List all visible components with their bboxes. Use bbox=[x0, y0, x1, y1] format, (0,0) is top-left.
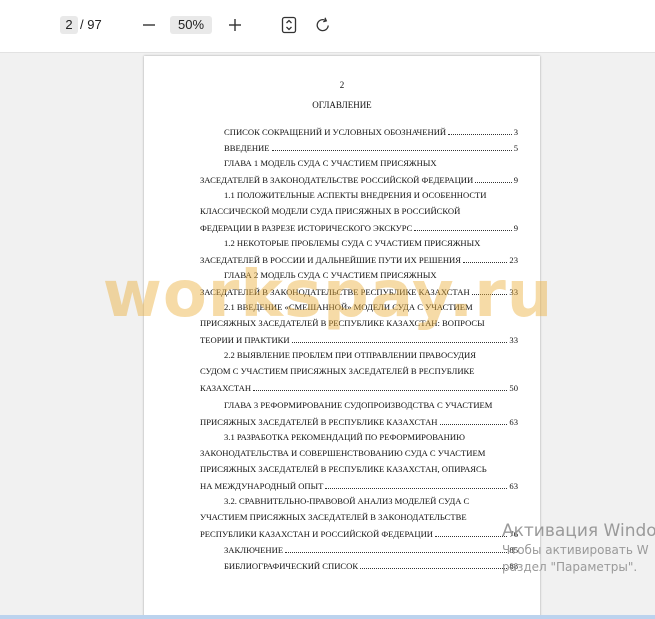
toc-entry: СУДОМ С УЧАСТИЕМ ПРИСЯЖНЫХ ЗАСЕДАТЕЛЕЙ В… bbox=[200, 366, 475, 376]
toc-entry: НА МЕЖДУНАРОДНЫЙ ОПЫТ 63 bbox=[200, 481, 518, 491]
toc-entry: 1.2 НЕКОТОРЫЕ ПРОБЛЕМЫ СУДА С УЧАСТИЕМ П… bbox=[224, 238, 481, 248]
toc-entry: ГЛАВА 2 МОДЕЛЬ СУДА С УЧАСТИЕМ ПРИСЯЖНЫХ bbox=[224, 270, 437, 280]
toc-entry: КЛАССИЧЕСКОЙ МОДЕЛИ СУДА ПРИСЯЖНЫХ В РОС… bbox=[200, 206, 461, 216]
toc-entry: ЗАКЛЮЧЕНИЕ 85 bbox=[224, 545, 518, 555]
fit-page-button[interactable] bbox=[278, 14, 300, 36]
toc-entry: КАЗАХСТАН 50 bbox=[200, 383, 518, 393]
fit-page-icon bbox=[281, 16, 297, 34]
toc-entry: ЗАКОНОДАТЕЛЬСТВА И СОВЕРШЕНСТВОВАНИЮ СУД… bbox=[200, 448, 486, 458]
page-number: 2 bbox=[339, 80, 345, 90]
toc-entry: РЕСПУБЛИКИ КАЗАХСТАН И РОССИЙСКОЙ ФЕДЕРА… bbox=[200, 529, 518, 539]
bottom-accent-bar bbox=[0, 615, 655, 619]
toc-entry: ТЕОРИИ И ПРАКТИКИ 33 bbox=[200, 335, 518, 345]
page-total: / 97 bbox=[80, 17, 102, 32]
toc-entry: ЗАСЕДАТЕЛЕЙ В ЗАКОНОДАТЕЛЬСТВЕ РОССИЙСКО… bbox=[200, 175, 518, 185]
toc-entry: СПИСОК СОКРАЩЕНИЙ И УСЛОВНЫХ ОБОЗНАЧЕНИЙ… bbox=[224, 127, 518, 137]
toc-entry: УЧАСТИЕМ ПРИСЯЖНЫХ ЗАСЕДАТЕЛЕЙ В ЗАКОНОД… bbox=[200, 512, 467, 522]
document-page: 2 ОГЛАВЛЕНИЕ СПИСОК СОКРАЩЕНИЙ И УСЛОВНЫ… bbox=[144, 56, 540, 618]
toc-entry: ГЛАВА 3 РЕФОРМИРОВАНИЕ СУДОПРОИЗВОДСТВА … bbox=[224, 400, 493, 410]
toc-entry: ПРИСЯЖНЫХ ЗАСЕДАТЕЛЕЙ В РЕСПУБЛИКЕ КАЗАХ… bbox=[200, 318, 485, 328]
toc-entry: 2.2 ВЫЯВЛЕНИЕ ПРОБЛЕМ ПРИ ОТПРАВЛЕНИИ ПР… bbox=[224, 350, 476, 360]
toc-entry: ЗАСЕДАТЕЛЕЙ В РОССИИ И ДАЛЬНЕЙШИЕ ПУТИ И… bbox=[200, 255, 518, 265]
plus-icon bbox=[229, 19, 241, 31]
toc-entry: 3.2. СРАВНИТЕЛЬНО-ПРАВОВОЙ АНАЛИЗ МОДЕЛЕ… bbox=[224, 496, 470, 506]
zoom-level[interactable]: 50% bbox=[170, 16, 212, 34]
page-number-input[interactable]: 2 bbox=[60, 16, 78, 34]
toc-entry: ПРИСЯЖНЫХ ЗАСЕДАТЕЛЕЙ В РЕСПУБЛИКЕ КАЗАХ… bbox=[200, 417, 518, 427]
toc-entry: БИБЛИОГРАФИЧЕСКИЙ СПИСОК 88 bbox=[224, 561, 518, 571]
toc-entry: ПРИСЯЖНЫХ ЗАСЕДАТЕЛЕЙ В РЕСПУБЛИКЕ КАЗАХ… bbox=[200, 464, 487, 474]
zoom-in-button[interactable] bbox=[224, 12, 246, 38]
toc-entry: 2.1 ВВЕДЕНИЕ «СМЕШАННОЙ» МОДЕЛИ СУДА С У… bbox=[224, 302, 473, 312]
toc-entry: ГЛАВА 1 МОДЕЛЬ СУДА С УЧАСТИЕМ ПРИСЯЖНЫХ bbox=[224, 158, 437, 168]
toc-entry: ЗАСЕДАТЕЛЕЙ В ЗАКОНОДАТЕЛЬСТВЕ РЕСПУБЛИК… bbox=[200, 287, 518, 297]
rotate-icon bbox=[316, 17, 329, 32]
zoom-out-button[interactable] bbox=[138, 12, 160, 38]
minus-icon bbox=[143, 24, 155, 26]
toc-entry: ФЕДЕРАЦИИ В РАЗРЕЗЕ ИСТОРИЧЕСКОГО ЭКСКУР… bbox=[200, 223, 518, 233]
page-title: ОГЛАВЛЕНИЕ bbox=[312, 100, 372, 110]
toc-entry: 3.1 РАЗРАБОТКА РЕКОМЕНДАЦИЙ ПО РЕФОРМИРО… bbox=[224, 432, 465, 442]
toolbar: 2 / 97 50% bbox=[0, 0, 655, 53]
toc-entry: 1.1 ПОЛОЖИТЕЛЬНЫЕ АСПЕКТЫ ВНЕДРЕНИЯ И ОС… bbox=[224, 190, 487, 200]
rotate-button[interactable] bbox=[312, 14, 334, 36]
toc-entry: ВВЕДЕНИЕ 5 bbox=[224, 143, 518, 153]
